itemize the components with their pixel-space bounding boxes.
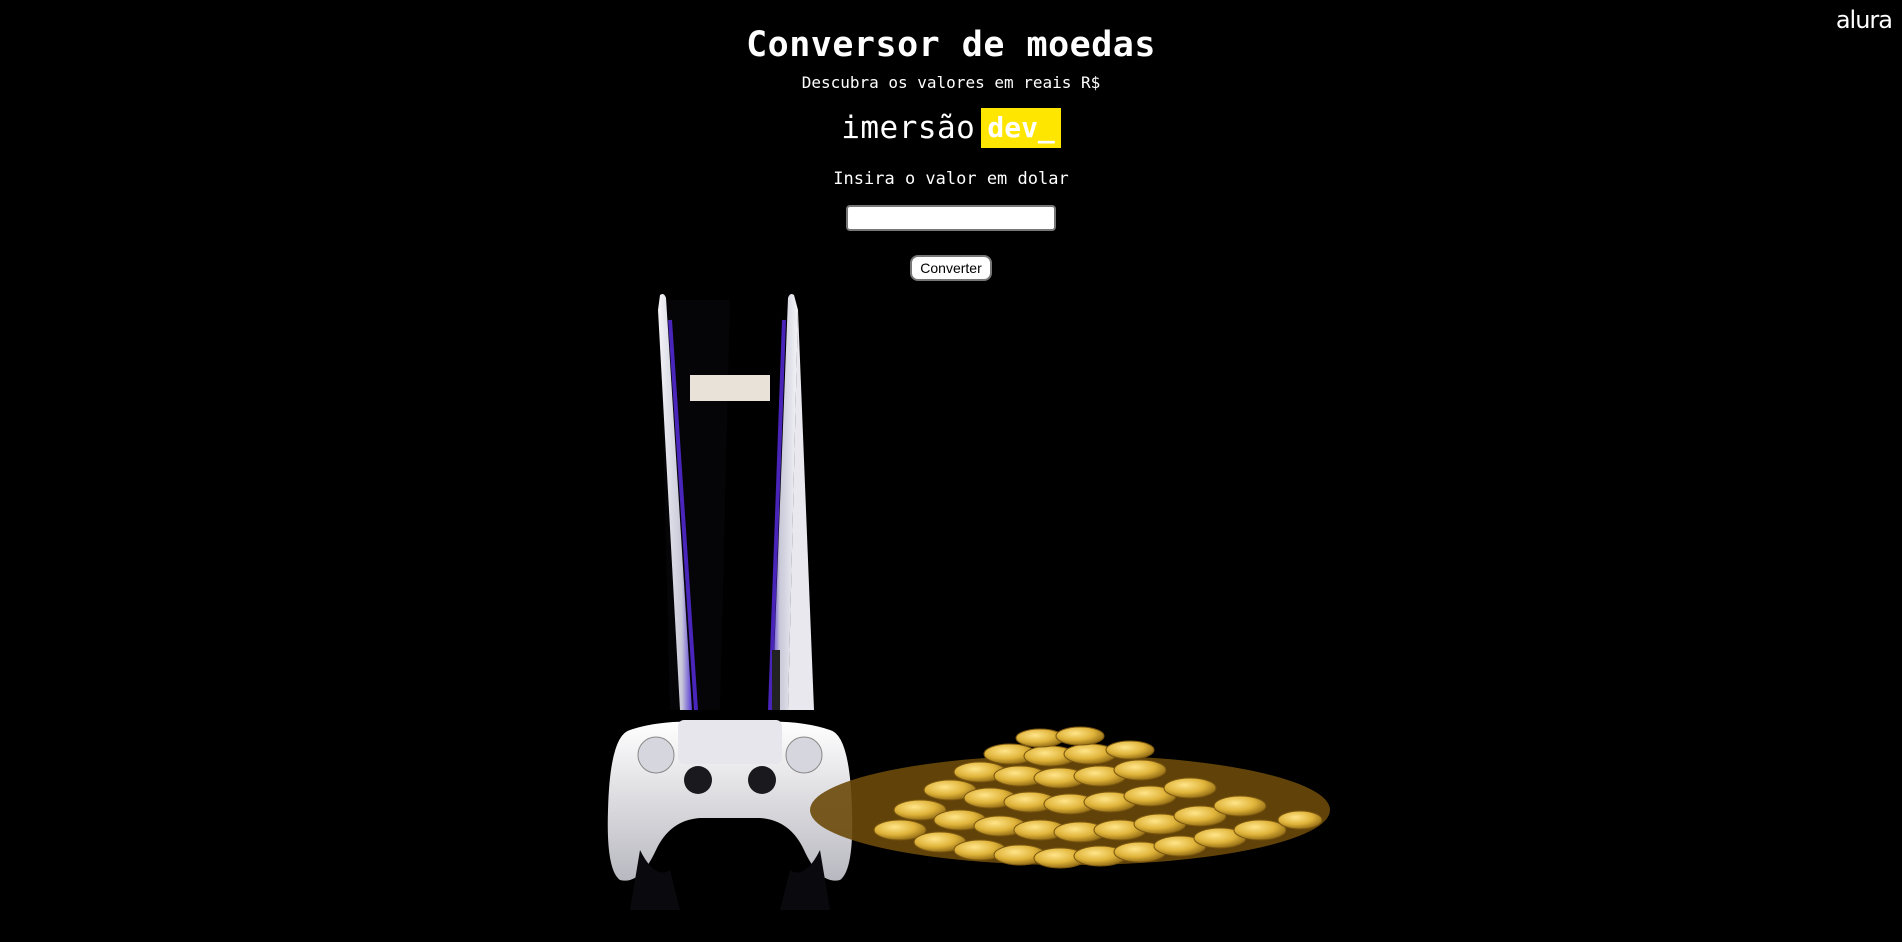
dev-tag: dev_	[981, 108, 1061, 148]
dollar-value-input[interactable]	[846, 205, 1056, 231]
convert-button[interactable]: Converter	[910, 255, 992, 281]
imersao-dev-logo: imersão dev_	[841, 108, 1061, 148]
value-label: Insira o valor em dolar	[833, 169, 1069, 189]
page-subtitle: Descubra os valores em reais R$	[801, 73, 1101, 92]
main-container: Conversor de moedas Descubra os valores …	[0, 22, 1902, 281]
ps5-and-coins-illustration	[607, 294, 1330, 910]
imersao-word: imersão	[841, 110, 976, 146]
page-title: Conversor de moedas	[746, 25, 1156, 65]
hero-image	[600, 290, 1360, 942]
